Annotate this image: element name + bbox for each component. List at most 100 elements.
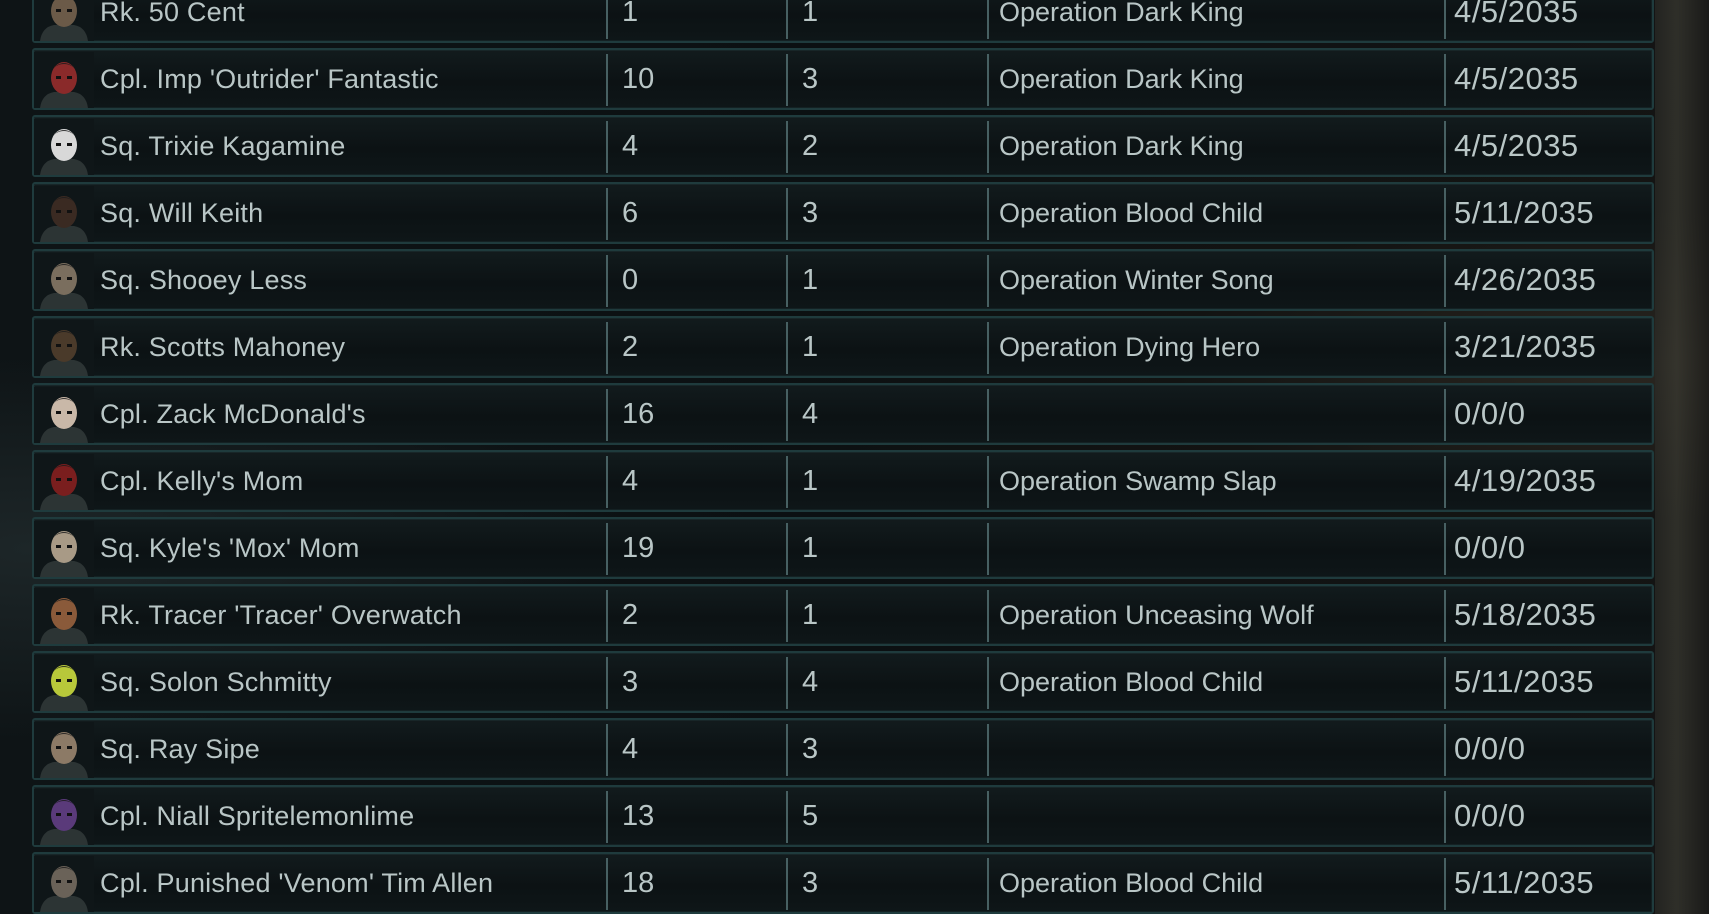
- soldier-name: Sq. Ray Sipe: [100, 734, 260, 764]
- missions-count: 3: [802, 197, 819, 229]
- kills-count: 10: [622, 63, 655, 95]
- missions-count: 2: [802, 130, 819, 162]
- missions-count: 3: [802, 867, 819, 899]
- final-operation: [989, 385, 1444, 443]
- column-divider: [1444, 188, 1446, 240]
- soldier-row[interactable]: Cpl. Zack McDonald's 16 4 0/0/0: [32, 383, 1654, 445]
- soldier-row[interactable]: Sq. Ray Sipe 4 3 0/0/0: [32, 718, 1654, 780]
- column-divider: [606, 255, 608, 307]
- kills-count: 16: [622, 398, 655, 430]
- column-divider: [1444, 657, 1446, 709]
- final-operation: Operation Dark King: [999, 0, 1244, 27]
- soldier-name: Sq. Trixie Kagamine: [100, 131, 346, 161]
- column-divider: [606, 791, 608, 843]
- column-divider: [1444, 121, 1446, 173]
- final-operation: Operation Unceasing Wolf: [999, 600, 1314, 630]
- column-divider: [786, 724, 788, 776]
- column-divider: [987, 657, 989, 709]
- final-operation: Operation Winter Song: [999, 265, 1274, 295]
- soldier-name: Sq. Solon Schmitty: [100, 667, 332, 697]
- column-divider: [987, 724, 989, 776]
- soldier-name: Rk. Tracer 'Tracer' Overwatch: [100, 600, 462, 630]
- column-divider: [606, 121, 608, 173]
- soldier-name: Cpl. Punished 'Venom' Tim Allen: [100, 868, 494, 898]
- kills-count: 6: [622, 197, 639, 229]
- column-divider: [786, 322, 788, 374]
- column-divider: [987, 590, 989, 642]
- missions-count: 1: [802, 465, 819, 497]
- soldier-portrait: [34, 253, 94, 309]
- missions-count: 1: [802, 0, 819, 28]
- soldier-row[interactable]: Sq. Solon Schmitty 3 4 Operation Blood Chil…: [32, 651, 1654, 713]
- kills-count: 4: [622, 130, 639, 162]
- column-divider: [1444, 456, 1446, 508]
- soldier-row[interactable]: Cpl. Kelly's Mom 4 1 Operation Swamp Slap 4/…: [32, 450, 1654, 512]
- soldier-portrait: [34, 387, 94, 443]
- date-of-death: 3/21/2035: [1454, 329, 1597, 364]
- date-of-death: 4/5/2035: [1454, 61, 1579, 96]
- soldier-row[interactable]: Sq. Trixie Kagamine 4 2 Operation Dark King…: [32, 115, 1654, 177]
- soldier-name: Cpl. Zack McDonald's: [100, 399, 366, 429]
- soldier-name: Sq. Kyle's 'Mox' Mom: [100, 533, 360, 563]
- date-of-death: 0/0/0: [1454, 396, 1526, 431]
- date-of-death: 4/26/2035: [1454, 262, 1597, 297]
- kills-count: 19: [622, 532, 655, 564]
- column-divider: [1444, 54, 1446, 106]
- soldier-portrait: [34, 789, 94, 845]
- column-divider: [987, 255, 989, 307]
- soldier-portrait: [34, 856, 94, 912]
- column-divider: [606, 657, 608, 709]
- soldier-row[interactable]: Rk. Scotts Mahoney 2 1 Operation Dying Hero…: [32, 316, 1654, 378]
- date-of-death: 4/5/2035: [1454, 0, 1579, 29]
- soldier-portrait: [34, 119, 94, 175]
- column-divider: [786, 188, 788, 240]
- soldier-row[interactable]: Cpl. Niall Spritelemonlime 13 5 0/0/0: [32, 785, 1654, 847]
- final-operation: [989, 519, 1444, 577]
- kills-count: 4: [622, 465, 639, 497]
- column-divider: [786, 523, 788, 575]
- soldier-portrait: [34, 454, 94, 510]
- column-divider: [786, 791, 788, 843]
- column-divider: [1444, 0, 1446, 39]
- missions-count: 1: [802, 331, 819, 363]
- column-divider: [987, 523, 989, 575]
- kills-count: 13: [622, 800, 655, 832]
- date-of-death: 0/0/0: [1454, 731, 1526, 766]
- missions-count: 1: [802, 532, 819, 564]
- final-operation: Operation Blood Child: [999, 868, 1264, 898]
- column-divider: [606, 523, 608, 575]
- column-divider: [1444, 389, 1446, 441]
- column-divider: [987, 858, 989, 910]
- soldier-row[interactable]: Sq. Will Keith 6 3 Operation Blood Child 5/1…: [32, 182, 1654, 244]
- column-divider: [987, 0, 989, 39]
- kills-count: 4: [622, 733, 639, 765]
- column-divider: [606, 590, 608, 642]
- column-divider: [1444, 322, 1446, 374]
- column-divider: [606, 389, 608, 441]
- column-divider: [987, 54, 989, 106]
- soldier-row[interactable]: Cpl. Punished 'Venom' Tim Allen 18 3 Operat…: [32, 852, 1654, 914]
- soldier-row[interactable]: Rk. Tracer 'Tracer' Overwatch 2 1 Operation…: [32, 584, 1654, 646]
- kills-count: 0: [622, 264, 639, 296]
- soldier-portrait: [34, 588, 94, 644]
- column-divider: [606, 54, 608, 106]
- soldier-name: Sq. Will Keith: [100, 198, 264, 228]
- soldier-name: Rk. 50 Cent: [100, 0, 245, 27]
- soldier-row[interactable]: Sq. Shooey Less 0 1 Operation Winter Song 4/…: [32, 249, 1654, 311]
- memorial-list: Rk. 50 Cent 1 1 Operation Dark King 4/5/2035…: [32, 0, 1654, 914]
- final-operation: Operation Dark King: [999, 131, 1244, 161]
- final-operation: Operation Swamp Slap: [999, 466, 1277, 496]
- soldier-row[interactable]: Sq. Kyle's 'Mox' Mom 19 1 0/0/0: [32, 517, 1654, 579]
- final-operation: Operation Blood Child: [999, 198, 1264, 228]
- soldier-name: Cpl. Kelly's Mom: [100, 466, 304, 496]
- soldier-row[interactable]: Cpl. Imp 'Outrider' Fantastic 10 3 Operatio…: [32, 48, 1654, 110]
- soldier-name: Cpl. Niall Spritelemonlime: [100, 801, 415, 831]
- soldier-row[interactable]: Rk. 50 Cent 1 1 Operation Dark King 4/5/2035: [32, 0, 1654, 43]
- soldier-portrait: [34, 52, 94, 108]
- column-divider: [987, 791, 989, 843]
- soldier-portrait: [34, 521, 94, 577]
- missions-count: 1: [802, 264, 819, 296]
- soldier-name: Rk. Scotts Mahoney: [100, 332, 346, 362]
- background-edge: [1655, 0, 1709, 914]
- soldier-portrait: [34, 320, 94, 376]
